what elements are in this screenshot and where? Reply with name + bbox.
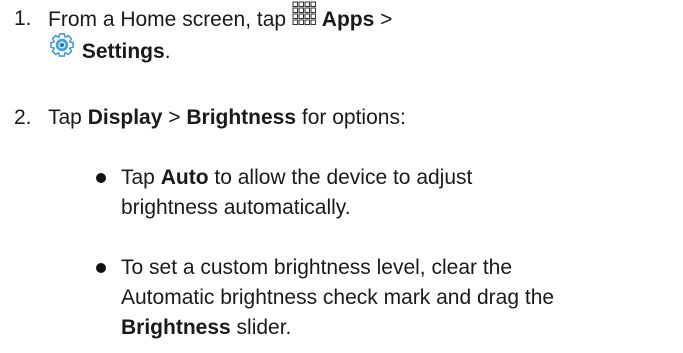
step-1-prefix: From a Home screen, tap: [48, 8, 287, 32]
step-1-line-2: Settings.: [48, 31, 683, 68]
step-1-separator: >: [380, 8, 393, 32]
bullet-2-line-3: Brightness slider.: [121, 313, 683, 343]
step-text: From a Home screen, tap Apps > Settings.: [48, 1, 683, 68]
bullet-dot: [96, 173, 106, 183]
step-1-suffix: .: [164, 40, 171, 64]
bullet-1-line-1: Tap Auto to allow the device to adjust: [121, 163, 683, 193]
step-1: 1. From a Home screen, tap Apps > Settin…: [14, 1, 683, 68]
step-number: 1.: [14, 7, 32, 30]
step-text: Tap Display > Brightness for options:: [48, 103, 683, 133]
bullet-text: Tap Auto to allow the device to adjust b…: [121, 163, 683, 223]
bullet-2-line-2: Automatic brightness check mark and drag…: [121, 286, 555, 309]
step-2-prefix: Tap: [48, 106, 82, 129]
step-number: 2.: [14, 106, 32, 129]
apps-label: Apps: [321, 8, 375, 32]
brightness-label: Brightness: [186, 106, 297, 129]
settings-label: Settings: [81, 40, 165, 64]
step-2-separator: >: [168, 106, 181, 129]
bullet-2-line-1: To set a custom brightness level, clear …: [121, 256, 513, 279]
brightness-slider-label: Brightness: [121, 316, 231, 339]
step-2: 2. Tap Display > Brightness for options:: [14, 103, 683, 133]
step-1-line-1: From a Home screen, tap Apps >: [48, 1, 683, 34]
bullet-1-rest: to allow the device to adjust: [214, 166, 473, 189]
bullet-2-rest: slider.: [236, 316, 292, 339]
display-label: Display: [87, 106, 163, 129]
bullet-dot: [96, 263, 106, 273]
settings-gear-icon: [48, 31, 76, 68]
bullet-item-custom-brightness: To set a custom brightness level, clear …: [96, 253, 676, 345]
bullet-item-auto: Tap Auto to allow the device to adjust b…: [96, 163, 676, 223]
bullet-1-prefix: Tap: [121, 166, 155, 189]
auto-label: Auto: [160, 166, 209, 189]
apps-grid-icon: [292, 1, 316, 34]
step-2-suffix: for options:: [301, 106, 406, 129]
bullet-text: To set a custom brightness level, clear …: [121, 253, 683, 343]
bullet-1-line-2: brightness automatically.: [121, 196, 351, 219]
